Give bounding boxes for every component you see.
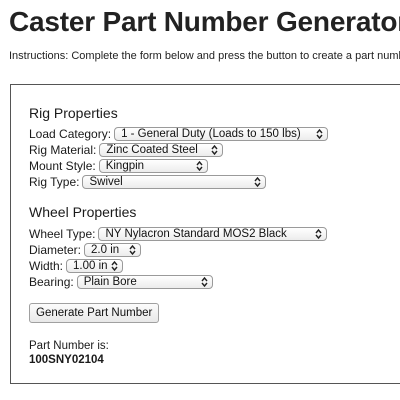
load-category-row: Load Category: 1 - General Duty (Loads t… — [29, 126, 329, 142]
width-select[interactable]: 1.00 in — [66, 259, 124, 273]
rig-type-value: Swivel — [89, 176, 123, 188]
chevron-up-down-icon — [315, 228, 323, 240]
load-category-value: 1 - General Duty (Loads to 150 lbs) — [121, 128, 301, 140]
generate-part-number-button[interactable]: Generate Part Number — [29, 303, 160, 323]
rig-type-row: Rig Type: Swivel — [29, 174, 267, 190]
rig-type-label: Rig Type: — [29, 175, 80, 189]
part-number-value: 100SNY02104 — [29, 354, 104, 366]
chevron-up-down-icon — [316, 128, 323, 140]
width-value: 1.00 in — [73, 260, 108, 272]
chevron-up-down-icon — [196, 160, 203, 172]
bearing-label: Bearing: — [29, 275, 74, 289]
page-title: Caster Part Number Generator — [9, 6, 400, 37]
wheel-type-select[interactable]: NY Nylacron Standard MOS2 Black — [98, 227, 328, 241]
chevron-up-down-icon — [111, 260, 118, 272]
rig-material-value: Zinc Coated Steel — [106, 144, 198, 156]
chevron-up-down-icon — [211, 144, 218, 156]
wheel-type-label: Wheel Type: — [29, 227, 96, 241]
bearing-row: Bearing: Plain Bore — [29, 274, 213, 290]
bearing-select[interactable]: Plain Bore — [76, 275, 213, 289]
diameter-row: Diameter: 2.0 in — [29, 242, 142, 258]
rig-material-select[interactable]: Zinc Coated Steel — [99, 143, 224, 157]
width-label: Width: — [29, 259, 64, 273]
rig-material-row: Rig Material: Zinc Coated Steel — [29, 142, 224, 158]
part-number-label: Part Number is: — [29, 340, 109, 352]
rig-type-select[interactable]: Swivel — [82, 175, 267, 189]
form-panel: Rig Properties Load Category: 1 - Genera… — [10, 84, 400, 384]
mount-style-value: Kingpin — [105, 160, 145, 172]
rig-properties-heading: Rig Properties — [29, 105, 118, 121]
wheel-properties-heading: Wheel Properties — [29, 204, 137, 220]
width-row: Width: 1.00 in — [29, 258, 124, 274]
load-category-select[interactable]: 1 - General Duty (Loads to 150 lbs) — [114, 127, 329, 141]
chevron-up-down-icon — [129, 244, 136, 256]
mount-style-select[interactable]: Kingpin — [98, 159, 208, 173]
load-category-label: Load Category: — [29, 127, 112, 141]
bearing-value: Plain Bore — [83, 276, 137, 288]
wheel-type-row: Wheel Type: NY Nylacron Standard MOS2 Bl… — [29, 226, 328, 242]
diameter-label: Diameter: — [29, 243, 82, 257]
wheel-type-value: NY Nylacron Standard MOS2 Black — [105, 228, 287, 240]
chevron-up-down-icon — [201, 276, 208, 288]
diameter-select[interactable]: 2.0 in — [84, 243, 142, 257]
mount-style-label: Mount Style: — [29, 159, 96, 173]
chevron-up-down-icon — [254, 176, 262, 188]
instructions-text: Instructions: Complete the form below an… — [9, 50, 400, 62]
rig-material-label: Rig Material: — [29, 143, 97, 157]
mount-style-row: Mount Style: Kingpin — [29, 158, 208, 174]
diameter-value: 2.0 in — [91, 244, 120, 256]
